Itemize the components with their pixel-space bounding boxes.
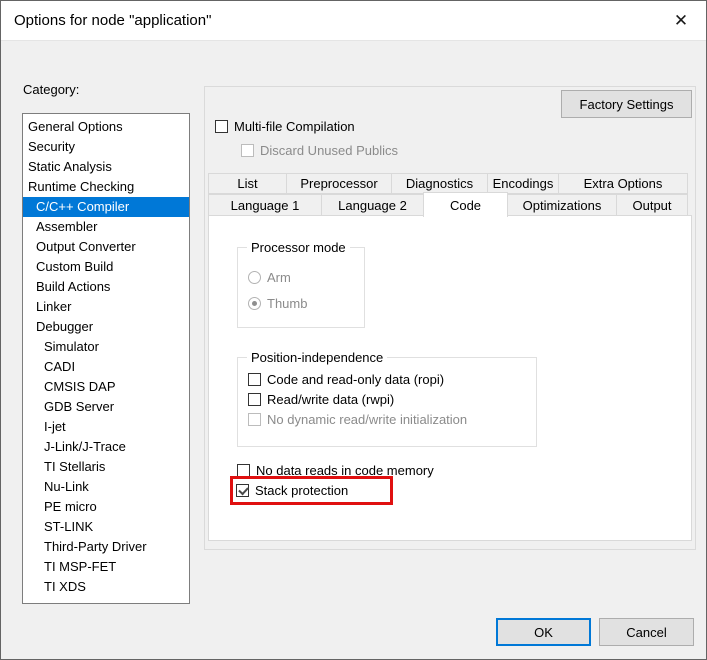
category-item-third-party-driver[interactable]: Third-Party Driver [23, 537, 189, 557]
category-item-gdb-server[interactable]: GDB Server [23, 397, 189, 417]
discard-unused-publics-checkbox: Discard Unused Publics [241, 143, 398, 158]
no-data-reads-checkbox[interactable]: No data reads in code memory [237, 463, 434, 478]
tab-language-1[interactable]: Language 1 [208, 194, 322, 216]
position-independence-group: Position-independence Code and read-only… [237, 357, 537, 447]
processor-mode-legend: Processor mode [247, 240, 350, 255]
processor-mode-group: Processor mode Arm Thumb [237, 247, 365, 328]
category-item-ti-msp-fet[interactable]: TI MSP-FET [23, 557, 189, 577]
tab-preprocessor[interactable]: Preprocessor [286, 173, 392, 194]
discard-unused-publics-label: Discard Unused Publics [260, 143, 398, 158]
tab-row-1: ListPreprocessorDiagnosticsEncodingsExtr… [208, 173, 688, 194]
category-list[interactable]: General OptionsSecurityStatic AnalysisRu… [22, 113, 190, 604]
category-item-assembler[interactable]: Assembler [23, 217, 189, 237]
checkbox-checked-icon [236, 484, 249, 497]
category-item-static-analysis[interactable]: Static Analysis [23, 157, 189, 177]
radio-selected-icon [248, 297, 261, 310]
category-item-custom-build[interactable]: Custom Build [23, 257, 189, 277]
stack-protection-checkbox[interactable]: Stack protection [236, 483, 348, 498]
no-dynamic-read-write-initialization-checkbox: No dynamic read/write initialization [248, 412, 467, 427]
checkbox-icon [248, 393, 261, 406]
category-item-output-converter[interactable]: Output Converter [23, 237, 189, 257]
category-item-nu-link[interactable]: Nu-Link [23, 477, 189, 497]
category-item-cadi[interactable]: CADI [23, 357, 189, 377]
radio-arm: Arm [248, 270, 291, 285]
radio-arm-label: Arm [267, 270, 291, 285]
window-title: Options for node "application" [14, 1, 211, 41]
category-item-simulator[interactable]: Simulator [23, 337, 189, 357]
checkbox-icon [215, 120, 228, 133]
multi-file-compilation-label: Multi-file Compilation [234, 119, 355, 134]
checkbox-icon [248, 373, 261, 386]
checkbox-icon [241, 144, 254, 157]
category-label: Category: [23, 82, 79, 97]
radio-thumb-label: Thumb [267, 296, 307, 311]
stack-protection-label: Stack protection [255, 483, 348, 498]
category-item-pe-micro[interactable]: PE micro [23, 497, 189, 517]
category-item-build-actions[interactable]: Build Actions [23, 277, 189, 297]
code-tab-panel: Processor mode Arm Thumb Position-indepe… [208, 215, 692, 541]
code-and-read-only-data-ropi-checkbox[interactable]: Code and read-only data (ropi) [248, 372, 444, 387]
checkbox-icon [237, 464, 250, 477]
category-item-debugger[interactable]: Debugger [23, 317, 189, 337]
titlebar: Options for node "application" ✕ [1, 1, 706, 41]
ok-button[interactable]: OK [496, 618, 591, 646]
category-item-runtime-checking[interactable]: Runtime Checking [23, 177, 189, 197]
cancel-button[interactable]: Cancel [599, 618, 694, 646]
factory-settings-button[interactable]: Factory Settings [561, 90, 692, 118]
multi-file-compilation-checkbox[interactable]: Multi-file Compilation [215, 119, 355, 134]
tab-output[interactable]: Output [616, 194, 688, 216]
radio-icon [248, 271, 261, 284]
tab-diagnostics[interactable]: Diagnostics [391, 173, 488, 194]
tab-code[interactable]: Code [423, 192, 508, 217]
read-write-data-rwpi-label: Read/write data (rwpi) [267, 392, 394, 407]
tab-list[interactable]: List [208, 173, 287, 194]
code-and-read-only-data-ropi-label: Code and read-only data (ropi) [267, 372, 444, 387]
category-item-i-jet[interactable]: I-jet [23, 417, 189, 437]
tab-language-2[interactable]: Language 2 [321, 194, 424, 216]
category-item-ti-stellaris[interactable]: TI Stellaris [23, 457, 189, 477]
tab-optimizations[interactable]: Optimizations [507, 194, 617, 216]
close-icon[interactable]: ✕ [662, 1, 700, 40]
category-item-j-link-j-trace[interactable]: J-Link/J-Trace [23, 437, 189, 457]
category-item-general-options[interactable]: General Options [23, 117, 189, 137]
category-item-security[interactable]: Security [23, 137, 189, 157]
position-independence-legend: Position-independence [247, 350, 387, 365]
category-item-linker[interactable]: Linker [23, 297, 189, 317]
tab-extra-options[interactable]: Extra Options [558, 173, 688, 194]
category-item-cmsis-dap[interactable]: CMSIS DAP [23, 377, 189, 397]
no-data-reads-label: No data reads in code memory [256, 463, 434, 478]
category-item-ti-xds[interactable]: TI XDS [23, 577, 189, 597]
options-dialog: Options for node "application" ✕ Categor… [0, 0, 707, 660]
tab-row-2: Language 1Language 2CodeOptimizationsOut… [208, 194, 688, 216]
read-write-data-rwpi-checkbox[interactable]: Read/write data (rwpi) [248, 392, 394, 407]
category-item-c-c-compiler[interactable]: C/C++ Compiler [23, 197, 189, 217]
checkbox-icon [248, 413, 261, 426]
no-dynamic-read-write-initialization-label: No dynamic read/write initialization [267, 412, 467, 427]
tab-encodings[interactable]: Encodings [487, 173, 559, 194]
radio-thumb: Thumb [248, 296, 307, 311]
category-item-st-link[interactable]: ST-LINK [23, 517, 189, 537]
